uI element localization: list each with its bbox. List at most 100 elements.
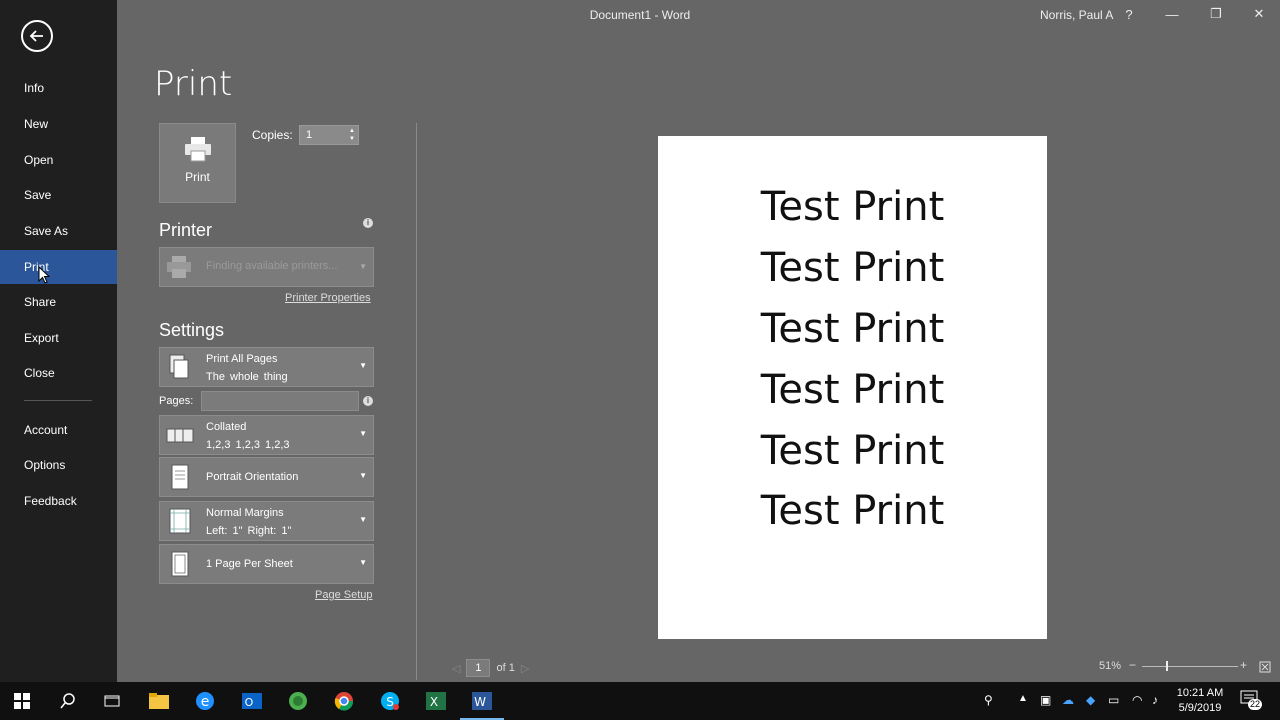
nav-account[interactable]: Account xyxy=(0,413,117,447)
zoom-slider-thumb[interactable] xyxy=(1166,661,1168,671)
outlook-icon[interactable]: O xyxy=(240,689,264,713)
svg-text:e: e xyxy=(201,694,210,710)
user-name[interactable]: Norris, Paul A xyxy=(1040,8,1113,22)
margins-icon xyxy=(169,508,191,534)
margins-dropdown[interactable]: Normal Margins Left: 1" Right: 1" ▼ xyxy=(159,501,374,541)
word-icon[interactable]: W xyxy=(460,689,504,720)
chrome-icon[interactable] xyxy=(332,689,356,713)
page-total: of 1 xyxy=(496,662,515,674)
zoom-in-icon[interactable]: + xyxy=(1240,658,1247,672)
print-range-desc: The whole thing xyxy=(206,371,288,383)
margins-label: Normal Margins xyxy=(206,507,284,519)
print-range-label: Print All Pages xyxy=(206,353,278,365)
page-number-input[interactable]: 1 xyxy=(466,659,491,677)
nav-options[interactable]: Options xyxy=(0,448,117,482)
chevron-down-icon: ▼ xyxy=(359,361,367,370)
chevron-down-icon: ▼ xyxy=(359,471,367,480)
portrait-icon xyxy=(171,464,189,490)
printer-dropdown[interactable]: Finding available printers... ▼ xyxy=(159,247,374,287)
network-globe-icon[interactable] xyxy=(286,689,310,713)
volume-icon[interactable]: ♪ xyxy=(1152,693,1158,707)
print-preview-page: Test Print Test Print Test Print Test Pr… xyxy=(658,136,1047,639)
orientation-label: Portrait Orientation xyxy=(206,471,299,483)
prev-page-icon[interactable]: ◁ xyxy=(452,662,460,675)
print-button[interactable]: Print xyxy=(159,123,236,203)
restore-button[interactable]: ❐ xyxy=(1204,4,1228,24)
windows-start-icon[interactable] xyxy=(10,689,34,713)
spin-arrows-icon[interactable]: ▲ ▼ xyxy=(349,127,355,143)
zoom-to-page-icon[interactable] xyxy=(1259,661,1271,673)
onedrive-cloud-icon[interactable]: ☁ xyxy=(1062,693,1074,707)
excel-icon[interactable]: X xyxy=(424,689,448,713)
nav-save-as[interactable]: Save As xyxy=(0,214,117,248)
nav-feedback[interactable]: Feedback xyxy=(0,484,117,518)
system-clock[interactable]: 10:21 AM 5/9/2019 xyxy=(1170,686,1230,716)
page-title: Print xyxy=(154,64,233,104)
pages-per-sheet-dropdown[interactable]: 1 Page Per Sheet ▼ xyxy=(159,544,374,584)
print-range-dropdown[interactable]: Print All Pages The whole thing ▼ xyxy=(159,347,374,387)
chevron-down-icon: ▼ xyxy=(359,262,367,271)
page-navigator: ◁ 1 of 1 ▷ xyxy=(452,659,529,677)
clock-time: 10:21 AM xyxy=(1176,687,1224,699)
next-page-icon[interactable]: ▷ xyxy=(521,662,529,675)
title-bar: Document1 - Word Norris, Paul A ? — ❐ ✕ xyxy=(117,0,1280,30)
printer-icon xyxy=(167,256,191,278)
single-page-icon xyxy=(171,551,189,577)
people-icon[interactable]: ⚲ xyxy=(984,693,993,707)
zoom-slider[interactable] xyxy=(1142,666,1238,667)
notification-count-badge: 22 xyxy=(1248,699,1263,710)
minimize-button[interactable]: — xyxy=(1160,4,1184,24)
nav-open[interactable]: Open xyxy=(0,143,117,177)
printer-heading: Printer xyxy=(159,220,213,240)
page-setup-link[interactable]: Page Setup xyxy=(315,589,373,601)
dropbox-icon[interactable]: ◆ xyxy=(1086,693,1095,707)
action-center-icon[interactable]: 22 xyxy=(1240,690,1263,712)
zoom-level[interactable]: 51% xyxy=(1099,660,1121,672)
battery-icon[interactable]: ▭ xyxy=(1108,693,1119,707)
margins-desc: Left: 1" Right: 1" xyxy=(206,525,292,537)
edge-browser-icon[interactable]: e xyxy=(193,689,217,713)
nav-save[interactable]: Save xyxy=(0,178,117,212)
search-icon[interactable] xyxy=(56,689,80,713)
nav-share[interactable]: Share xyxy=(0,285,117,319)
chevron-up-icon[interactable]: ▲ xyxy=(1018,693,1028,704)
skype-icon[interactable]: S xyxy=(378,689,402,713)
windows-taskbar: e O S X W ⚲ ▲ ▣ ☁ ◆ ▭ ◠ ♪ 10:21 AM 5/9/2… xyxy=(0,682,1280,720)
close-button[interactable]: ✕ xyxy=(1247,4,1271,24)
svg-text:O: O xyxy=(245,696,254,709)
nav-print[interactable]: Print xyxy=(0,250,117,284)
window-title: Document1 - Word xyxy=(589,8,691,22)
network-icon[interactable]: ▣ xyxy=(1040,693,1051,707)
collation-desc: 1,2,3 1,2,3 1,2,3 xyxy=(206,439,290,451)
collated-icon xyxy=(166,428,194,443)
info-icon[interactable]: i xyxy=(363,396,373,406)
zoom-out-icon[interactable]: − xyxy=(1129,658,1136,672)
wifi-icon[interactable]: ◠ xyxy=(1132,693,1142,707)
pages-per-sheet-label: 1 Page Per Sheet xyxy=(206,558,293,570)
preview-text-line: Test Print xyxy=(760,428,945,474)
backstage-nav: Info New Open Save Save As Print Share E… xyxy=(0,0,117,682)
svg-text:S: S xyxy=(386,695,394,709)
collation-dropdown[interactable]: Collated 1,2,3 1,2,3 1,2,3 ▼ xyxy=(159,415,374,455)
print-button-label: Print xyxy=(185,170,210,184)
preview-text-line: Test Print xyxy=(760,488,945,534)
preview-text-line: Test Print xyxy=(760,184,945,230)
copies-stepper[interactable]: 1 ▲ ▼ xyxy=(299,125,359,145)
svg-text:W: W xyxy=(474,695,486,709)
nav-new[interactable]: New xyxy=(0,107,117,141)
info-icon[interactable]: i xyxy=(363,218,373,228)
orientation-dropdown[interactable]: Portrait Orientation ▼ xyxy=(159,457,374,497)
nav-divider xyxy=(24,400,92,401)
file-explorer-icon[interactable] xyxy=(147,689,171,713)
help-button[interactable]: ? xyxy=(1117,4,1141,24)
nav-export[interactable]: Export xyxy=(0,321,117,355)
task-view-icon[interactable] xyxy=(100,689,124,713)
collation-label: Collated xyxy=(206,421,247,433)
pages-input[interactable] xyxy=(201,391,359,411)
back-arrow-icon[interactable] xyxy=(21,20,53,52)
preview-text-line: Test Print xyxy=(760,245,945,291)
nav-close[interactable]: Close xyxy=(0,356,117,390)
copies-value: 1 xyxy=(306,129,313,141)
printer-properties-link[interactable]: Printer Properties xyxy=(285,292,371,304)
nav-info[interactable]: Info xyxy=(0,71,117,105)
